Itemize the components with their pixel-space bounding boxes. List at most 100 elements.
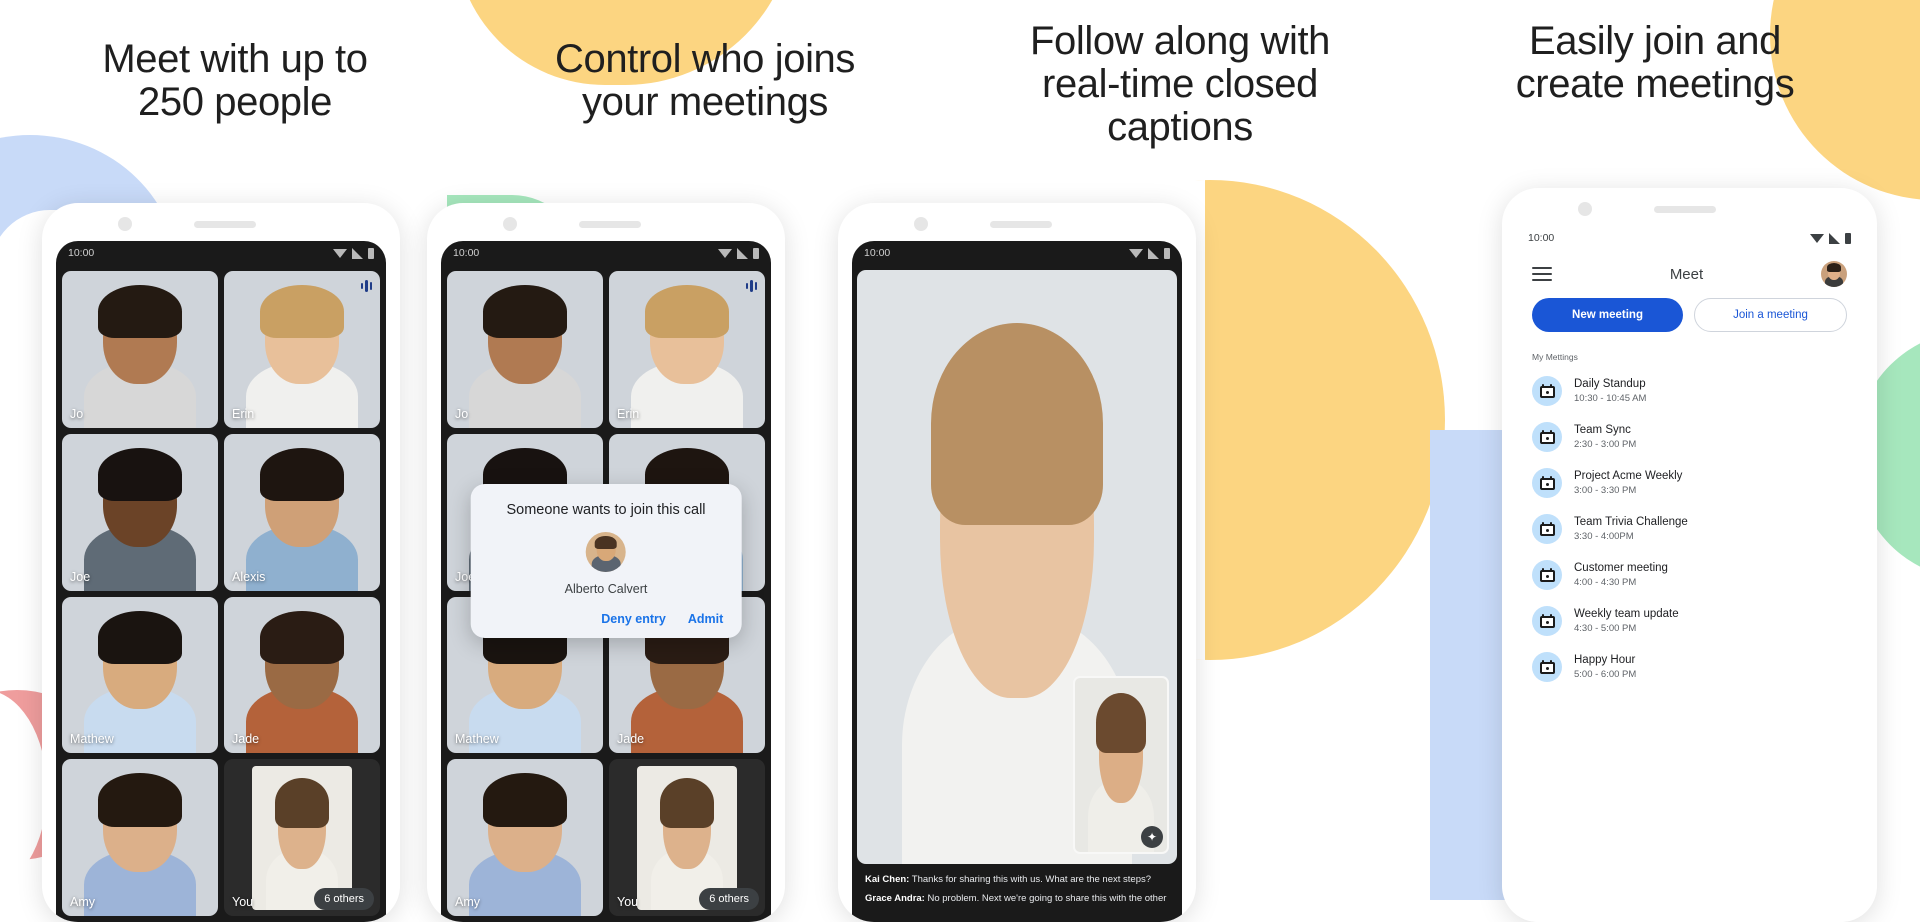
meeting-title: Project Acme Weekly xyxy=(1574,469,1683,482)
panel-heading-3: Follow along with real-time closed capti… xyxy=(1029,19,1331,150)
participant-name: Jade xyxy=(617,732,645,747)
status-bar-icons xyxy=(718,247,759,259)
participant-name: You xyxy=(617,895,639,909)
status-bar-time: 10:00 xyxy=(1528,232,1555,244)
participant-tile[interactable]: Jo xyxy=(62,271,218,428)
participant-tile[interactable]: Jo xyxy=(447,271,603,428)
participant-tile[interactable]: Amy xyxy=(62,759,218,916)
meeting-list-item[interactable]: Team Trivia Challenge 3:30 - 4:00PM xyxy=(1530,506,1849,552)
phone-top-bezel xyxy=(838,203,1196,241)
meeting-details: Weekly team update 4:30 - 5:00 PM xyxy=(1574,607,1679,636)
status-bar-time: 10:00 xyxy=(453,247,480,259)
calendar-icon xyxy=(1532,652,1562,682)
meeting-time: 10:30 - 10:45 AM xyxy=(1574,393,1647,405)
participant-name: Alexis xyxy=(232,569,266,584)
participant-name: Jade xyxy=(232,732,260,747)
participant-tile[interactable]: Alexis xyxy=(224,433,380,591)
meeting-time: 5:00 - 6:00 PM xyxy=(1574,669,1637,681)
meeting-time: 3:00 - 3:30 PM xyxy=(1574,485,1637,497)
participant-name: Erin xyxy=(232,406,255,421)
caption-line: Grace Andra: No problem. Next we're goin… xyxy=(865,893,1169,906)
participant-grid: Jo Erin Joe Alexis Mathew Jade Amy You 6 others xyxy=(56,265,386,922)
calendar-icon xyxy=(1532,606,1562,636)
meeting-list-item[interactable]: Project Acme Weekly 3:00 - 3:30 PM xyxy=(1530,460,1849,506)
meeting-list-item[interactable]: Team Sync 2:30 - 3:00 PM xyxy=(1530,414,1849,460)
meeting-list-item[interactable]: Weekly team update 4:30 - 5:00 PM xyxy=(1530,598,1849,644)
meeting-details: Happy Hour 5:00 - 6:00 PM xyxy=(1574,653,1636,682)
meeting-details: Daily Standup 10:30 - 10:45 AM xyxy=(1574,377,1646,406)
cta-row: New meeting Join a meeting xyxy=(1516,294,1863,332)
status-bar: 10:00 xyxy=(1516,226,1863,250)
participant-hair xyxy=(97,285,183,339)
participant-name: Joe xyxy=(70,569,91,584)
caption-speaker: Grace Andra: xyxy=(865,893,925,905)
participant-name: Amy xyxy=(455,895,480,909)
deny-entry-button[interactable]: Deny entry xyxy=(601,612,666,626)
phone-top-bezel xyxy=(427,203,785,241)
status-bar-time: 10:00 xyxy=(68,247,95,259)
participant-tile[interactable]: You 6 others xyxy=(609,759,765,916)
participant-tile[interactable]: Joe xyxy=(62,433,218,591)
cellular-signal-icon xyxy=(737,247,748,259)
person-avatar xyxy=(586,532,626,573)
participant-name: Mathew xyxy=(455,732,499,747)
front-camera-icon xyxy=(118,217,132,231)
front-camera-icon xyxy=(1578,202,1592,216)
meeting-list-item[interactable]: Daily Standup 10:30 - 10:45 AM xyxy=(1530,368,1849,414)
audio-activity-icon xyxy=(360,279,372,292)
self-view-pip[interactable]: ✦ xyxy=(1073,675,1169,854)
participant-name: Amy xyxy=(70,895,95,909)
participant-tile[interactable]: Mathew xyxy=(62,596,218,754)
meeting-details: Customer meeting 4:00 - 4:30 PM xyxy=(1574,561,1668,590)
self-hair xyxy=(1096,693,1146,753)
sparkle-effects-icon[interactable]: ✦ xyxy=(1141,825,1163,848)
phone-mockup-captions: 10:00 ✦ Kai Chen: Thanks for sharing thi… xyxy=(838,203,1196,922)
participant-hair xyxy=(259,610,345,664)
overflow-participants-chip[interactable]: 6 others xyxy=(699,888,759,910)
calendar-icon xyxy=(1532,422,1562,452)
participant-name: Jo xyxy=(70,406,84,421)
main-speaker-video[interactable]: ✦ xyxy=(857,270,1177,864)
hamburger-menu-icon[interactable] xyxy=(1532,267,1552,281)
overflow-participants-chip[interactable]: 6 others xyxy=(314,888,374,910)
meeting-title: Customer meeting xyxy=(1574,561,1668,574)
meeting-details: Team Sync 2:30 - 3:00 PM xyxy=(1574,423,1636,452)
participant-name: You xyxy=(232,895,254,909)
meeting-list-item[interactable]: Customer meeting 4:00 - 4:30 PM xyxy=(1530,552,1849,598)
participant-hair xyxy=(259,447,345,502)
meeting-title: Happy Hour xyxy=(1574,653,1636,666)
calendar-icon xyxy=(1532,560,1562,590)
participant-hair xyxy=(660,778,714,828)
caption-speaker: Kai Chen: xyxy=(865,873,910,885)
participant-tile[interactable]: Erin xyxy=(609,271,765,428)
speaker-hair xyxy=(930,323,1104,526)
participant-name: Jo xyxy=(455,406,469,421)
participant-tile[interactable]: Jade xyxy=(224,596,380,754)
meeting-time: 2:30 - 3:00 PM xyxy=(1574,439,1637,451)
participant-name: Mathew xyxy=(70,732,114,747)
join-meeting-button[interactable]: Join a meeting xyxy=(1694,298,1847,332)
earpiece-speaker xyxy=(990,221,1052,228)
participant-tile[interactable]: Erin xyxy=(224,271,380,428)
meet-home-screen: 10:00 Meet New meeting Join a meeting My… xyxy=(1516,226,1863,922)
phone-top-bezel xyxy=(42,203,400,241)
caption-line: Kai Chen: Thanks for sharing this with u… xyxy=(865,874,1169,887)
panel-heading-4: Easily join and create meetings xyxy=(1515,19,1795,107)
new-meeting-button[interactable]: New meeting xyxy=(1532,298,1683,332)
earpiece-speaker xyxy=(579,221,641,228)
participant-hair xyxy=(259,285,345,339)
participant-tile[interactable]: You 6 others xyxy=(224,759,380,916)
user-avatar[interactable] xyxy=(1821,261,1847,287)
participant-tile[interactable]: Amy xyxy=(447,759,603,916)
participant-hair xyxy=(482,285,568,339)
promo-screenshot-stage: Meet with up to 250 people Control who j… xyxy=(0,0,1920,922)
panel-heading-1: Meet with up to 250 people xyxy=(102,37,368,125)
audio-activity-icon xyxy=(745,279,757,292)
meeting-list-item[interactable]: Happy Hour 5:00 - 6:00 PM xyxy=(1530,644,1849,690)
admit-participant-dialog: Someone wants to join this call Alberto … xyxy=(470,484,742,639)
app-bar: Meet xyxy=(1516,250,1863,294)
battery-icon xyxy=(753,247,759,259)
status-bar: 10:00 xyxy=(852,241,1182,265)
admit-button[interactable]: Admit xyxy=(688,612,723,626)
earpiece-speaker xyxy=(194,221,256,228)
